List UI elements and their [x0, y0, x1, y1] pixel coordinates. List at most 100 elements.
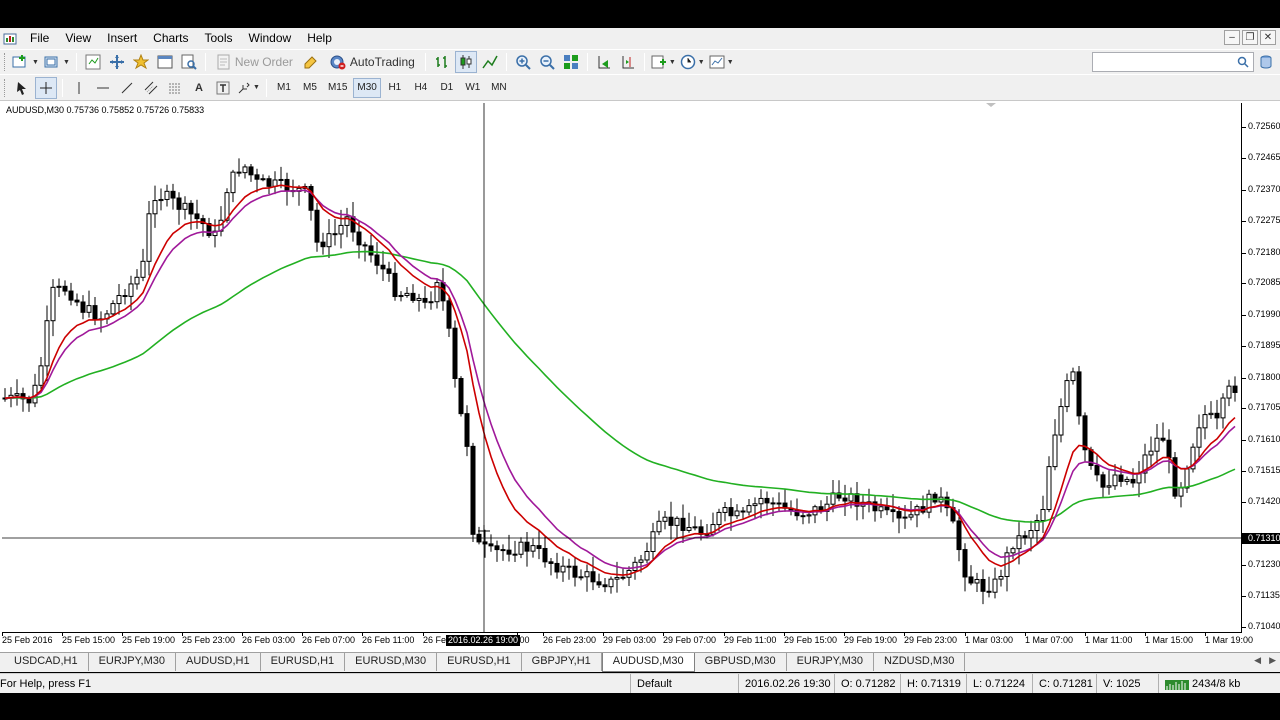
- timeframe-mn-button[interactable]: MN: [487, 78, 511, 98]
- periods-button[interactable]: ▼: [679, 51, 706, 73]
- zoom-in-button[interactable]: [512, 51, 534, 73]
- restore-icon[interactable]: ❐: [1242, 30, 1258, 45]
- tab-scroll-left-icon[interactable]: ◀: [1254, 655, 1261, 666]
- toolbar-grip[interactable]: [4, 78, 7, 97]
- close-icon[interactable]: ✕: [1260, 30, 1276, 45]
- new-order-button[interactable]: New Order: [211, 51, 298, 73]
- indicators-button[interactable]: ▼: [650, 51, 677, 73]
- menu-help[interactable]: Help: [299, 28, 340, 49]
- time-label: 26 Feb 03:00: [242, 635, 296, 645]
- status-help: For Help, press F1: [0, 678, 92, 690]
- candle-bear: [842, 497, 848, 502]
- fibonacci-button[interactable]: [164, 77, 186, 99]
- timeframe-d1-button[interactable]: D1: [435, 78, 459, 98]
- candle-bull: [638, 559, 644, 563]
- market-watch-button[interactable]: [82, 51, 104, 73]
- navigator-button[interactable]: [106, 51, 128, 73]
- chart-tab[interactable]: NZDUSD,M30: [874, 653, 966, 671]
- vertical-line-button[interactable]: [68, 77, 90, 99]
- profiles-button[interactable]: ▼: [42, 51, 71, 73]
- chart-tab[interactable]: EURJPY,M30: [787, 653, 875, 671]
- timeframe-m30-button[interactable]: M30: [353, 77, 381, 98]
- menu-insert[interactable]: Insert: [99, 28, 145, 49]
- text-label-button[interactable]: [212, 77, 234, 99]
- chart-window[interactable]: AUDUSD,M30 0.75736 0.75852 0.75726 0.758…: [0, 101, 1280, 652]
- metaeditor-button[interactable]: [300, 51, 322, 73]
- equidistant-channel-button[interactable]: [140, 77, 162, 99]
- price-axis[interactable]: 0.72560 0.72465 0.72370 0.72275 0.72180 0.720…: [1242, 101, 1280, 641]
- candle-bear: [488, 543, 494, 547]
- candle-bull: [1058, 406, 1064, 436]
- auto-scroll-button[interactable]: [593, 51, 615, 73]
- menu-view[interactable]: View: [57, 28, 99, 49]
- candle-bear: [980, 578, 986, 592]
- price-label: 0.71230: [1248, 559, 1280, 569]
- timeframe-m5-button[interactable]: M5: [298, 78, 322, 98]
- horizontal-line-button[interactable]: [92, 77, 114, 99]
- new-order-icon: [217, 54, 230, 70]
- new-chart-button[interactable]: ▼: [11, 51, 40, 73]
- zoom-out-button[interactable]: [536, 51, 558, 73]
- crosshair-button[interactable]: [35, 76, 57, 99]
- channel-icon: [144, 81, 158, 94]
- status-profile[interactable]: Default: [630, 674, 738, 694]
- autotrading-button[interactable]: AutoTrading: [324, 51, 420, 73]
- menu-tools[interactable]: Tools: [197, 28, 241, 49]
- chart-tab[interactable]: EURUSD,M30: [345, 653, 438, 671]
- text-button[interactable]: A: [188, 77, 210, 99]
- candle-bull: [632, 561, 638, 571]
- favorites-button[interactable]: [130, 51, 152, 73]
- community-button[interactable]: [1255, 51, 1277, 73]
- chart-tab[interactable]: GBPUSD,M30: [695, 653, 787, 671]
- timeframe-h4-button[interactable]: H4: [409, 78, 433, 98]
- chart-tab[interactable]: GBPJPY,H1: [522, 653, 602, 671]
- chart-tab[interactable]: EURJPY,M30: [89, 653, 177, 671]
- templates-button[interactable]: ▼: [708, 51, 735, 73]
- candlestick-chart[interactable]: [2, 103, 1242, 633]
- chart-shift-button[interactable]: [617, 51, 639, 73]
- time-label: 29 Feb 03:00: [603, 635, 657, 645]
- time-label: 26 Feb 07:00: [302, 635, 356, 645]
- menu-file[interactable]: File: [22, 28, 57, 49]
- crosshair-move-icon: [109, 55, 124, 69]
- menu-charts[interactable]: Charts: [145, 28, 196, 49]
- trendline-button[interactable]: [116, 77, 138, 99]
- terminal-button[interactable]: [154, 51, 176, 73]
- bar-chart-button[interactable]: [431, 51, 453, 73]
- cursor-button[interactable]: [11, 77, 33, 99]
- chart-tab[interactable]: USDCAD,H1: [4, 653, 89, 671]
- candlestick-button[interactable]: [454, 51, 477, 73]
- timeframe-m1-button[interactable]: M1: [272, 78, 296, 98]
- candle-bear: [452, 327, 458, 380]
- metaeditor-icon: [304, 56, 317, 69]
- chart-tab[interactable]: AUDUSD,H1: [176, 653, 261, 671]
- time-axis[interactable]: 25 Feb 2016 25 Feb 15:00 25 Feb 19:00 25 Fe…: [0, 632, 1253, 653]
- zoom-in-icon: [516, 55, 531, 70]
- arrows-button[interactable]: ▼: [236, 77, 261, 99]
- timeframe-h1-button[interactable]: H1: [383, 78, 407, 98]
- minimize-icon[interactable]: –: [1224, 30, 1240, 45]
- candle-bear: [962, 549, 968, 578]
- chart-tab[interactable]: EURUSD,H1: [261, 653, 346, 671]
- toolbar-grip[interactable]: [4, 53, 7, 71]
- tile-windows-button[interactable]: [560, 51, 582, 73]
- timeframe-w1-button[interactable]: W1: [461, 78, 485, 98]
- strategy-tester-button[interactable]: [178, 51, 200, 73]
- chart-tab[interactable]: AUDUSD,M30: [601, 653, 695, 672]
- chart-plot-area[interactable]: [2, 103, 1242, 633]
- price-tick: [1242, 346, 1246, 347]
- price-tick: [1242, 158, 1246, 159]
- menu-window[interactable]: Window: [241, 28, 300, 49]
- tab-scroll-right-icon[interactable]: ▶: [1269, 655, 1276, 666]
- candle-bear: [362, 244, 368, 247]
- chart-tabs: USDCAD,H1 EURJPY,M30 AUDUSD,H1 EURUSD,H1 EUR…: [0, 652, 1280, 672]
- app-icon[interactable]: [2, 31, 18, 47]
- search-input[interactable]: [1092, 52, 1254, 72]
- timeframe-m15-button[interactable]: M15: [324, 78, 351, 98]
- candle-bull: [656, 520, 662, 533]
- price-label: 0.71515: [1248, 465, 1280, 475]
- chart-tab[interactable]: EURUSD,H1: [437, 653, 522, 671]
- status-connection[interactable]: 2434/8 kb: [1158, 674, 1280, 694]
- line-chart-button[interactable]: [479, 51, 501, 73]
- candle-bear: [188, 202, 194, 215]
